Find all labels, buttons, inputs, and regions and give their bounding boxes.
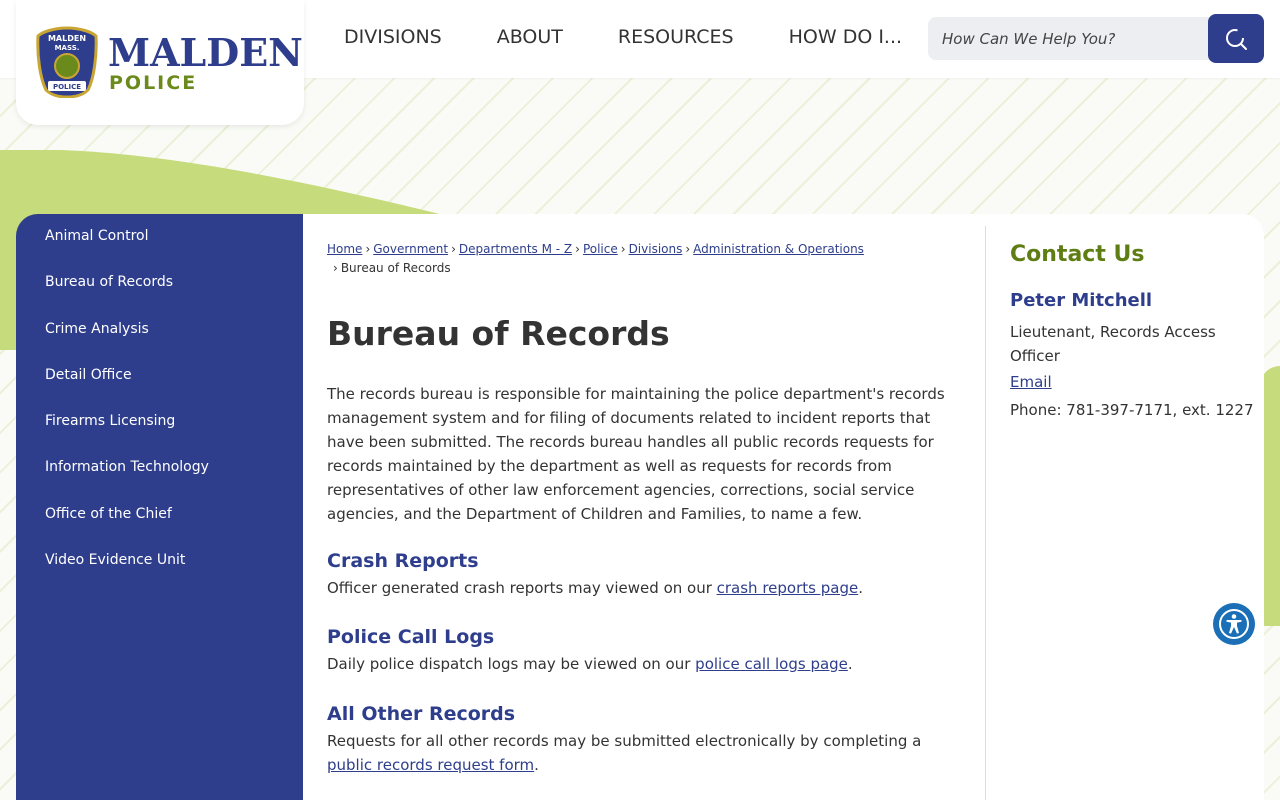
section-text-end: .	[534, 756, 539, 774]
section-text-end: .	[847, 655, 853, 673]
sidebar-item-detail-office[interactable]: Detail Office	[16, 367, 304, 413]
page-title: Bureau of Records	[327, 314, 670, 353]
badge-text-top: MALDEN	[48, 34, 86, 43]
breadcrumb-current: › Bureau of Records	[327, 259, 927, 278]
main-nav: DIVISIONS ABOUT RESOURCES HOW DO I...	[344, 26, 957, 48]
breadcrumb-separator: ›	[451, 242, 456, 256]
breadcrumb-link-administration[interactable]: Administration & Operations	[693, 242, 864, 256]
section-heading-all-other-records: All Other Records	[327, 703, 516, 725]
breadcrumb-link-police[interactable]: Police	[583, 242, 618, 256]
intro-paragraph: The records bureau is responsible for ma…	[327, 385, 945, 523]
accessibility-icon	[1219, 609, 1249, 639]
nav-item-divisions[interactable]: DIVISIONS	[344, 26, 442, 48]
breadcrumb-separator: ›	[575, 242, 580, 256]
breadcrumb-link-divisions[interactable]: Divisions	[629, 242, 683, 256]
accessibility-button[interactable]	[1213, 603, 1255, 645]
sidebar-item-animal-control[interactable]: Animal Control	[16, 228, 304, 274]
public-records-request-link[interactable]: public records request form	[327, 756, 534, 774]
contact-email-link[interactable]: Email	[1010, 373, 1052, 391]
crash-reports-link[interactable]: crash reports page	[717, 579, 859, 597]
logo-subtitle: POLICE	[109, 72, 198, 94]
badge-text-mid: MASS.	[55, 44, 80, 52]
section-heading-crash-reports: Crash Reports	[327, 550, 479, 572]
police-call-logs-link[interactable]: police call logs page	[695, 655, 848, 673]
contact-title: Contact Us	[1010, 242, 1145, 267]
breadcrumb-separator: ›	[685, 242, 691, 256]
sidebar-item-office-of-the-chief[interactable]: Office of the Chief	[16, 506, 304, 552]
column-divider	[985, 226, 986, 800]
sidebar-item-bureau-of-records[interactable]: Bureau of Records	[16, 274, 304, 320]
logo-card[interactable]: MALDEN MASS. POLICE MALDEN POLICE	[16, 0, 304, 125]
search-button[interactable]	[1208, 14, 1264, 63]
logo-wordmark: MALDEN	[108, 30, 303, 75]
section-text: Officer generated crash reports may view…	[327, 579, 717, 597]
breadcrumb-separator: ›	[365, 242, 371, 256]
breadcrumb-separator: ›	[333, 261, 338, 275]
nav-item-about[interactable]: ABOUT	[497, 26, 563, 48]
section-text-police-call-logs: Daily police dispatch logs may be viewed…	[327, 652, 947, 676]
breadcrumb-separator: ›	[620, 242, 626, 256]
section-heading-police-call-logs: Police Call Logs	[327, 626, 495, 648]
nav-item-how-do-i[interactable]: HOW DO I...	[789, 26, 902, 48]
main-content: Home › Government › Departments M - Z › Police…	[303, 214, 1264, 800]
section-text-crash-reports: Officer generated crash reports may view…	[327, 576, 947, 600]
breadcrumb-link-government[interactable]: Government	[373, 242, 448, 256]
breadcrumb-link-home[interactable]: Home	[327, 242, 362, 256]
section-text: Daily police dispatch logs may be viewed…	[327, 655, 696, 673]
contact-role: Lieutenant, Records Access Officer	[1010, 323, 1216, 365]
nav-item-resources[interactable]: RESOURCES	[618, 26, 734, 48]
section-text-all-other-records: Requests for all other records may be su…	[327, 729, 947, 777]
search-box	[928, 17, 1218, 60]
sidebar-item-firearms-licensing[interactable]: Firearms Licensing	[16, 413, 304, 459]
contact-name: Peter Mitchell	[1010, 290, 1153, 311]
section-text-end: .	[858, 579, 863, 597]
sidebar-item-crime-analysis[interactable]: Crime Analysis	[16, 321, 304, 367]
search-icon	[1226, 28, 1247, 50]
contact-phone: Phone: 781-397-7171, ext. 1227	[1010, 401, 1254, 419]
sidebar-nav: Animal Control Bureau of Records Crime A…	[16, 214, 304, 800]
badge-text-bottom: POLICE	[53, 83, 81, 91]
sidebar-item-video-evidence-unit[interactable]: Video Evidence Unit	[16, 552, 304, 598]
search-input[interactable]	[942, 28, 1202, 50]
breadcrumb-link-departments[interactable]: Departments M - Z	[459, 242, 572, 256]
section-text: Requests for all other records may be su…	[327, 732, 922, 750]
police-badge-logo: MALDEN MASS. POLICE	[36, 26, 98, 98]
sidebar-item-information-technology[interactable]: Information Technology	[16, 459, 304, 505]
breadcrumb: Home › Government › Departments M - Z › Police…	[327, 240, 927, 278]
breadcrumb-current-label: Bureau of Records	[340, 261, 451, 275]
